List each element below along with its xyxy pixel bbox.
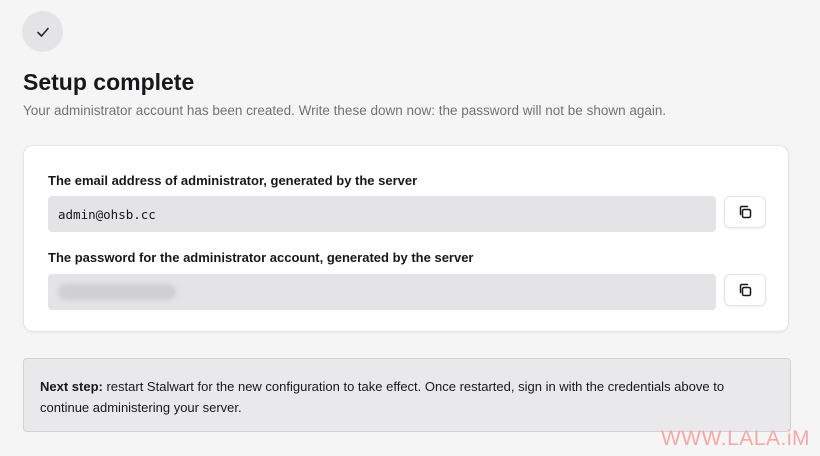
copy-password-button[interactable] — [724, 274, 766, 306]
copy-icon — [739, 205, 752, 219]
copy-icon — [739, 283, 752, 297]
page-subtitle: Your administrator account has been crea… — [23, 103, 667, 118]
redacted-password — [58, 284, 176, 300]
check-icon — [36, 27, 49, 37]
copy-email-button[interactable] — [724, 196, 766, 228]
page-title: Setup complete — [23, 69, 195, 95]
next-step-text: restart Stalwart for the new configurati… — [40, 379, 725, 415]
password-field[interactable] — [48, 274, 716, 310]
success-badge — [22, 11, 63, 52]
next-step-notice: Next step: restart Stalwart for the new … — [23, 358, 791, 432]
watermark: WWW.LALA.iM — [660, 427, 810, 450]
next-step-lead: Next step: — [40, 379, 103, 394]
email-field[interactable]: admin@ohsb.cc — [48, 196, 716, 232]
credentials-card: The email address of administrator, gene… — [23, 145, 789, 332]
email-label: The email address of administrator, gene… — [48, 173, 418, 188]
password-label: The password for the administrator accou… — [48, 250, 474, 265]
setup-complete-page: Setup complete Your administrator accoun… — [0, 0, 820, 456]
